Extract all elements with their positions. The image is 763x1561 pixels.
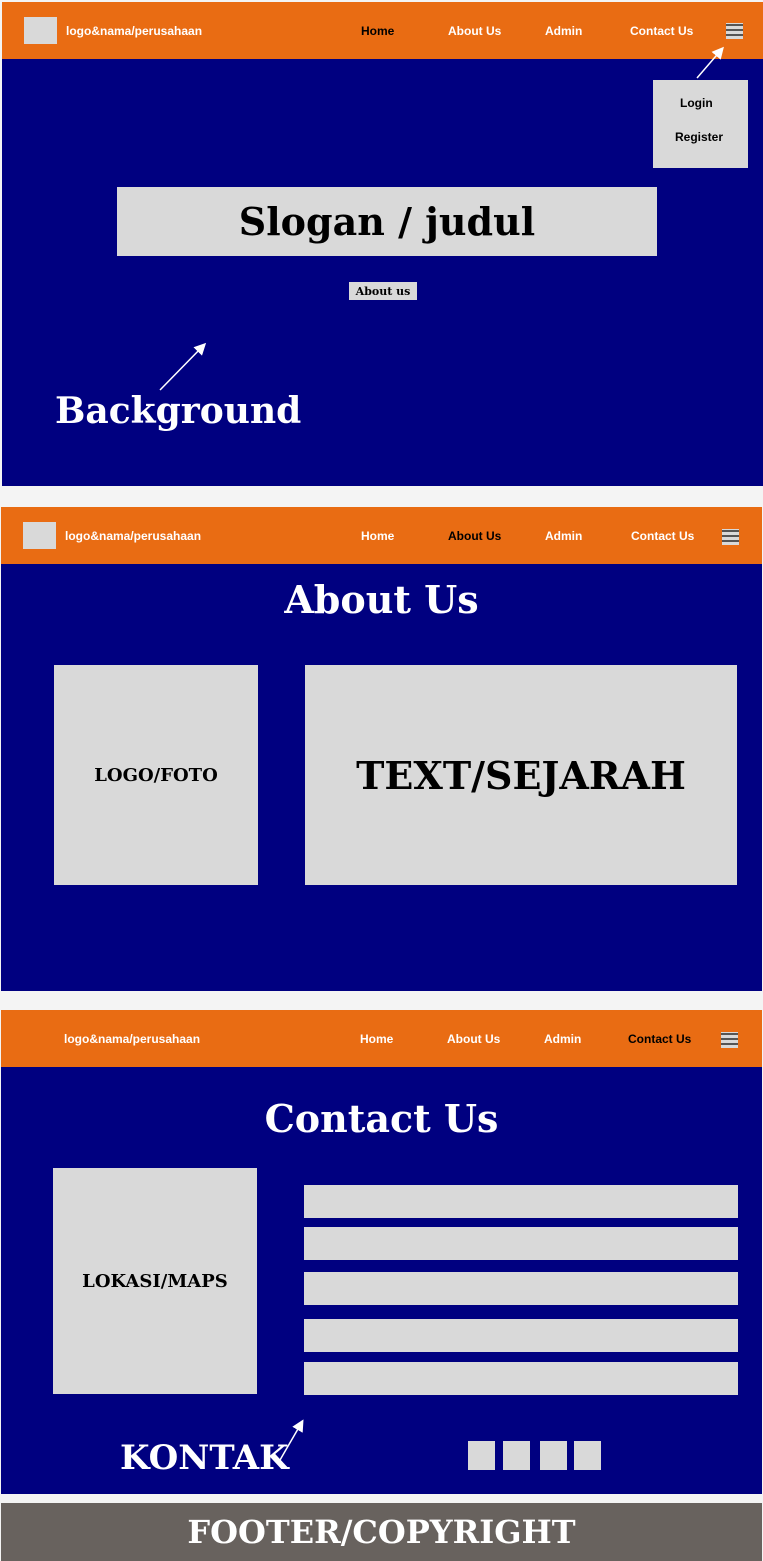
social-icon-2[interactable] <box>503 1441 530 1470</box>
background-arrow <box>159 342 207 391</box>
logo-photo-placeholder: LOGO/FOTO <box>54 665 258 885</box>
about-frame: logo&nama/perusahaan Home About Us Admin… <box>1 507 762 991</box>
kontak-label: KONTAK <box>120 1438 289 1478</box>
social-icon-4[interactable] <box>574 1441 601 1470</box>
brand-name[interactable]: logo&nama/perusahaan <box>65 529 201 543</box>
background-label: Background <box>55 390 302 432</box>
slogan-banner: Slogan / judul <box>117 187 657 256</box>
about-title: About Us <box>284 577 479 622</box>
nav-about-us[interactable]: About Us <box>448 529 501 543</box>
about-us-button[interactable]: About us <box>349 282 417 300</box>
logo-placeholder[interactable] <box>23 522 56 549</box>
home-frame: logo&nama/perusahaan Home About Us Admin… <box>2 2 763 486</box>
navbar: logo&nama/perusahaan Home About Us Admin… <box>1 507 762 564</box>
social-icon-1[interactable] <box>468 1441 495 1470</box>
nav-home[interactable]: Home <box>361 529 394 543</box>
kontak-arrow <box>279 1419 304 1461</box>
footer-copyright: FOOTER/COPYRIGHT <box>1 1503 762 1561</box>
history-text-placeholder: TEXT/SEJARAH <box>305 665 737 885</box>
hamburger-menu-icon[interactable] <box>722 529 739 545</box>
nav-admin[interactable]: Admin <box>545 529 582 543</box>
nav-contact-us[interactable]: Contact Us <box>631 529 694 543</box>
social-icon-3[interactable] <box>540 1441 567 1470</box>
contact-frame: logo&nama/perusahaan Home About Us Admin… <box>1 1010 762 1494</box>
dropdown-arrow <box>696 46 724 79</box>
